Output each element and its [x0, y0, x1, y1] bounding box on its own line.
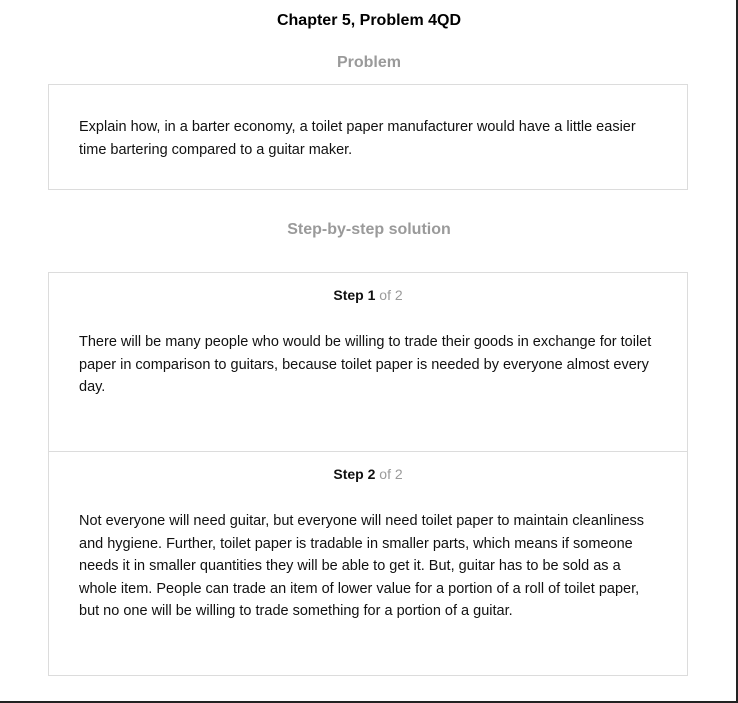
step-card: Step 2 of 2 Not everyone will need guita…: [49, 452, 687, 675]
problem-heading: Problem: [336, 54, 401, 71]
problem-text: Explain how, in a barter economy, a toil…: [79, 119, 636, 158]
step-text: Not everyone will need guitar, but every…: [79, 513, 645, 619]
problem-box: Explain how, in a barter economy, a toil…: [48, 84, 688, 190]
step-header: Step 1 of 2: [79, 287, 657, 303]
step-label: Step 1: [333, 287, 376, 303]
step-header: Step 2 of 2: [79, 466, 657, 482]
step-count: of 2: [379, 287, 403, 303]
page-title: Chapter 5, Problem 4QD: [276, 12, 462, 29]
solution-box: Step 1 of 2 There will be many people wh…: [48, 272, 688, 676]
solution-heading: Step-by-step solution: [287, 221, 451, 238]
step-text: There will be many people who would be w…: [79, 334, 652, 395]
step-card: Step 1 of 2 There will be many people wh…: [49, 273, 687, 452]
step-label: Step 2: [333, 466, 376, 482]
step-count: of 2: [379, 466, 403, 482]
